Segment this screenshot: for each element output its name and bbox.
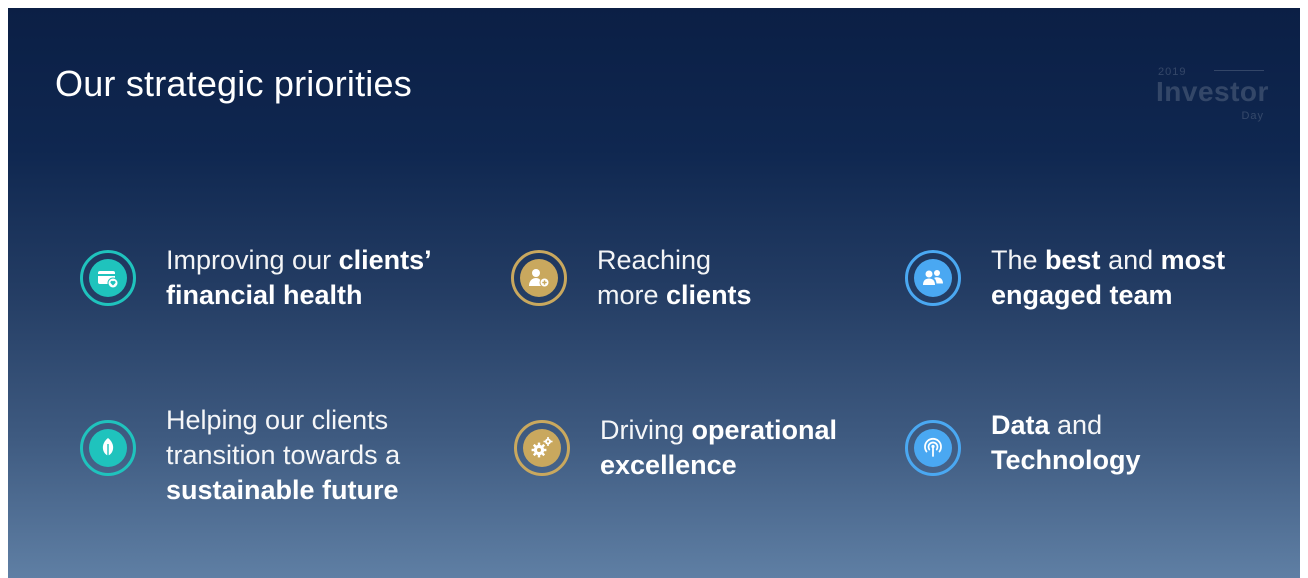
- logo-big-text: Investor: [1156, 76, 1269, 107]
- priority-text: Data and Technology: [991, 410, 1141, 475]
- priority-team: The best and most engaged team: [905, 245, 1225, 313]
- priority-icon-ring: [514, 420, 570, 476]
- logo-line: [1214, 70, 1264, 71]
- priority-icon-ring: [511, 250, 567, 306]
- priority-text: Driving operational excellence: [600, 415, 838, 480]
- priority-financial-health: Improving our clients’ financial health: [80, 245, 432, 313]
- priority-text: Helping our clients transition towards a…: [166, 405, 401, 505]
- slide: Our strategic priorities 2019 Investor D…: [8, 8, 1300, 578]
- priority-data-tech: Data and Technology: [905, 410, 1141, 478]
- gears-icon: [531, 437, 553, 458]
- add-user-icon: [529, 269, 550, 288]
- priority-text: Improving our clients’ financial health: [166, 245, 432, 310]
- logo-year-text: Day: [1241, 110, 1264, 122]
- priority-operational: Driving operational excellence: [514, 415, 837, 483]
- priority-text: The best and most engaged team: [991, 245, 1226, 310]
- wallet-heart-icon: [98, 271, 119, 289]
- priority-icon-ring: [905, 250, 961, 306]
- leaf-icon: [102, 438, 114, 458]
- priority-icon-ring: [80, 250, 136, 306]
- slide-title: Our strategic priorities: [55, 63, 412, 104]
- priority-icon-ring: [905, 420, 961, 476]
- priority-sustainable: Helping our clients transition towards a…: [80, 405, 400, 508]
- priority-icon-ring: [80, 420, 136, 476]
- priority-reach: Reaching more clients: [511, 245, 752, 313]
- priority-text: Reaching more clients: [597, 245, 752, 310]
- team-icon: [923, 270, 943, 285]
- investor-day-logo: 2019 Investor Day: [1154, 66, 1268, 126]
- broadcast-icon: [924, 438, 942, 457]
